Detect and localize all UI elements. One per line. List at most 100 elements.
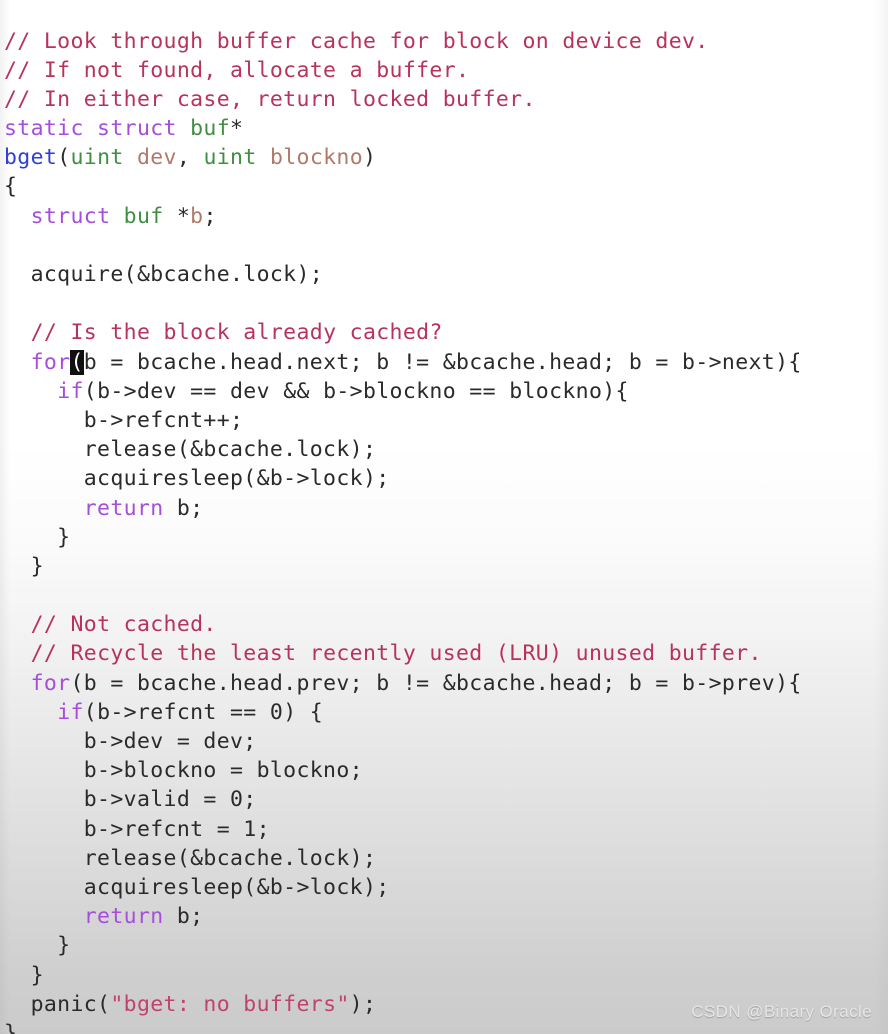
code-token-number: 1 (243, 816, 257, 842)
code-token-comment: // Look through buffer cache for block o… (4, 28, 709, 54)
code-line: // Look through buffer cache for block o… (4, 27, 802, 56)
code-token-plain: acquire(&bcache.lock); (4, 262, 324, 287)
code-line: b->dev = dev; (4, 727, 802, 756)
code-token-type: buf (190, 116, 231, 142)
code-token-comment: // If not found, allocate a buffer. (4, 57, 470, 83)
code-token-comment: // Is the block already cached? (30, 320, 443, 346)
code-line: acquire(&bcache.lock); (4, 260, 802, 289)
code-token-plain: acquiresleep(&b->lock); (4, 466, 390, 492)
code-token-plain: (b->refcnt == (83, 699, 270, 725)
code-line: return b; (4, 902, 802, 931)
code-line: } (4, 961, 802, 990)
code-line: } (4, 931, 802, 960)
code-token-param: dev (136, 145, 177, 171)
code-token-plain: } (4, 962, 44, 988)
code-token-plain: b->dev = dev; (4, 729, 257, 754)
code-token-function: bget (4, 145, 58, 171)
code-token-plain: (b->dev == dev && b->blockno == blockno)… (83, 378, 629, 404)
code-line: b->refcnt = 1; (4, 815, 802, 844)
code-token-plain: ); (349, 991, 377, 1017)
code-token-plain: b->valid = (4, 787, 230, 813)
code-line: // If not found, allocate a buffer. (4, 56, 802, 85)
code-token-plain: b->refcnt++; (4, 407, 244, 433)
code-token-plain: acquiresleep(&b->lock); (4, 874, 390, 900)
code-token-plain: ; (203, 203, 217, 229)
code-token-number: 0 (269, 699, 284, 725)
code-token-plain: b; (163, 495, 204, 521)
code-token-plain: * (163, 203, 191, 229)
code-token-keyword: return (83, 495, 164, 521)
code-line: if(b->dev == dev && b->blockno == blockn… (4, 377, 802, 406)
code-token-cursor[interactable]: ( (70, 349, 84, 375)
code-token-keyword: if (57, 378, 84, 404)
code-token-plain: { (4, 174, 18, 200)
code-line: // Not cached. (4, 610, 802, 639)
code-line: b->blockno = blockno; (4, 756, 802, 785)
code-token-param: b (190, 203, 204, 229)
code-token-plain: } (4, 524, 71, 550)
code-token-plain: b; (163, 904, 204, 930)
code-line: struct buf *b; (4, 202, 802, 231)
code-line: // In either case, return locked buffer. (4, 85, 802, 114)
code-line: // Recycle the least recently used (LRU)… (4, 639, 802, 668)
code-line (4, 289, 802, 318)
code-line: for(b = bcache.head.prev; b != &bcache.h… (4, 669, 802, 698)
code-screenshot: // Look through buffer cache for block o… (0, 0, 888, 1034)
code-token-plain: ; (256, 816, 270, 842)
code-token-plain: (b = bcache.head.prev; b != &bcache.head… (70, 670, 802, 696)
code-token-comment: // In either case, return locked buffer. (4, 86, 536, 112)
code-token-type: uint (203, 145, 257, 171)
code-line: bget(uint dev, uint blockno) (4, 143, 802, 172)
source-code-listing[interactable]: // Look through buffer cache for block o… (0, 22, 802, 1034)
right-edge-shading (874, 0, 888, 1034)
code-token-plain: * (230, 116, 244, 142)
code-line: return b; (4, 494, 802, 523)
code-token-plain: } (4, 1020, 18, 1034)
code-token-plain: ; (243, 787, 257, 813)
code-token-keyword: for (30, 349, 71, 375)
code-token-plain: ( (57, 145, 71, 171)
code-token-plain: , (176, 145, 204, 171)
code-token-type: uint (70, 145, 124, 171)
code-line: } (4, 523, 802, 552)
code-token-comment: // Not cached. (30, 612, 217, 638)
code-line: b->valid = 0; (4, 785, 802, 814)
code-token-plain: ) { (283, 699, 324, 725)
code-token-keyword: struct (30, 203, 111, 229)
code-line: release(&bcache.lock); (4, 435, 802, 464)
code-token-keyword: for (30, 670, 71, 696)
code-token-number: 0 (230, 787, 244, 813)
code-line: // Is the block already cached? (4, 318, 802, 347)
code-token-string: "bget: no buffers" (110, 991, 350, 1017)
code-line (4, 231, 802, 260)
code-line: panic("bget: no buffers"); (4, 990, 802, 1019)
code-token-plain: release(&bcache.lock); (4, 845, 377, 871)
code-line: static struct buf* (4, 114, 802, 143)
code-line: acquiresleep(&b->lock); (4, 464, 802, 493)
code-token-keyword: static struct (4, 116, 177, 142)
code-token-plain: b->blockno = blockno; (4, 758, 363, 784)
code-line: } (4, 552, 802, 581)
code-line: release(&bcache.lock); (4, 844, 802, 873)
code-token-param: blockno (269, 145, 363, 171)
code-token-plain: ) (363, 145, 377, 171)
code-line (4, 581, 802, 610)
code-token-type: buf (123, 203, 164, 229)
code-line: b->refcnt++; (4, 406, 802, 435)
code-token-comment: // Recycle the least recently used (LRU)… (30, 641, 762, 667)
